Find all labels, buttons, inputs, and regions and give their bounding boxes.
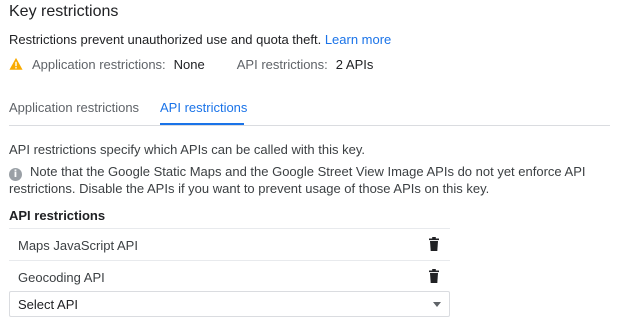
trash-icon[interactable] bbox=[429, 237, 439, 251]
dropdown-caret-icon bbox=[433, 302, 441, 307]
trash-icon[interactable] bbox=[429, 269, 439, 283]
app-restrictions-label: Application restrictions: bbox=[32, 56, 166, 72]
api-item-label: Maps JavaScript API bbox=[18, 238, 138, 253]
description-text: Restrictions prevent unauthorized use an… bbox=[9, 32, 325, 47]
api-list-item: Maps JavaScript API bbox=[9, 228, 450, 260]
learn-more-link[interactable]: Learn more bbox=[325, 32, 391, 47]
restrictions-description: Restrictions prevent unauthorized use an… bbox=[9, 32, 391, 47]
tab-api-restrictions[interactable]: API restrictions bbox=[160, 100, 247, 115]
info-icon: i bbox=[9, 168, 22, 181]
app-restrictions-value: None bbox=[173, 56, 205, 72]
info-note-text: Note that the Google Static Maps and the… bbox=[9, 164, 586, 196]
restriction-tabs: Application restrictions API restriction… bbox=[9, 97, 610, 126]
active-tab-indicator bbox=[160, 123, 244, 125]
api-restrictions-heading: API restrictions bbox=[9, 208, 106, 223]
select-api-label: Select API bbox=[18, 297, 78, 312]
api-item-label: Geocoding API bbox=[18, 270, 105, 285]
info-note: i Note that the Google Static Maps and th… bbox=[9, 164, 589, 196]
select-api-dropdown[interactable]: Select API bbox=[9, 291, 450, 317]
api-list-item: Geocoding API bbox=[9, 260, 450, 292]
api-restrictions-value: 2 APIs bbox=[335, 56, 374, 72]
tab-application-restrictions[interactable]: Application restrictions bbox=[9, 100, 139, 115]
api-restrictions-explanation: API restrictions specify which APIs can … bbox=[9, 142, 365, 157]
restrictions-summary: Application restrictions: None API restr… bbox=[9, 56, 405, 72]
section-title: Key restrictions bbox=[9, 3, 119, 20]
api-restrictions-label: API restrictions: bbox=[236, 56, 328, 72]
warning-icon bbox=[9, 57, 23, 70]
